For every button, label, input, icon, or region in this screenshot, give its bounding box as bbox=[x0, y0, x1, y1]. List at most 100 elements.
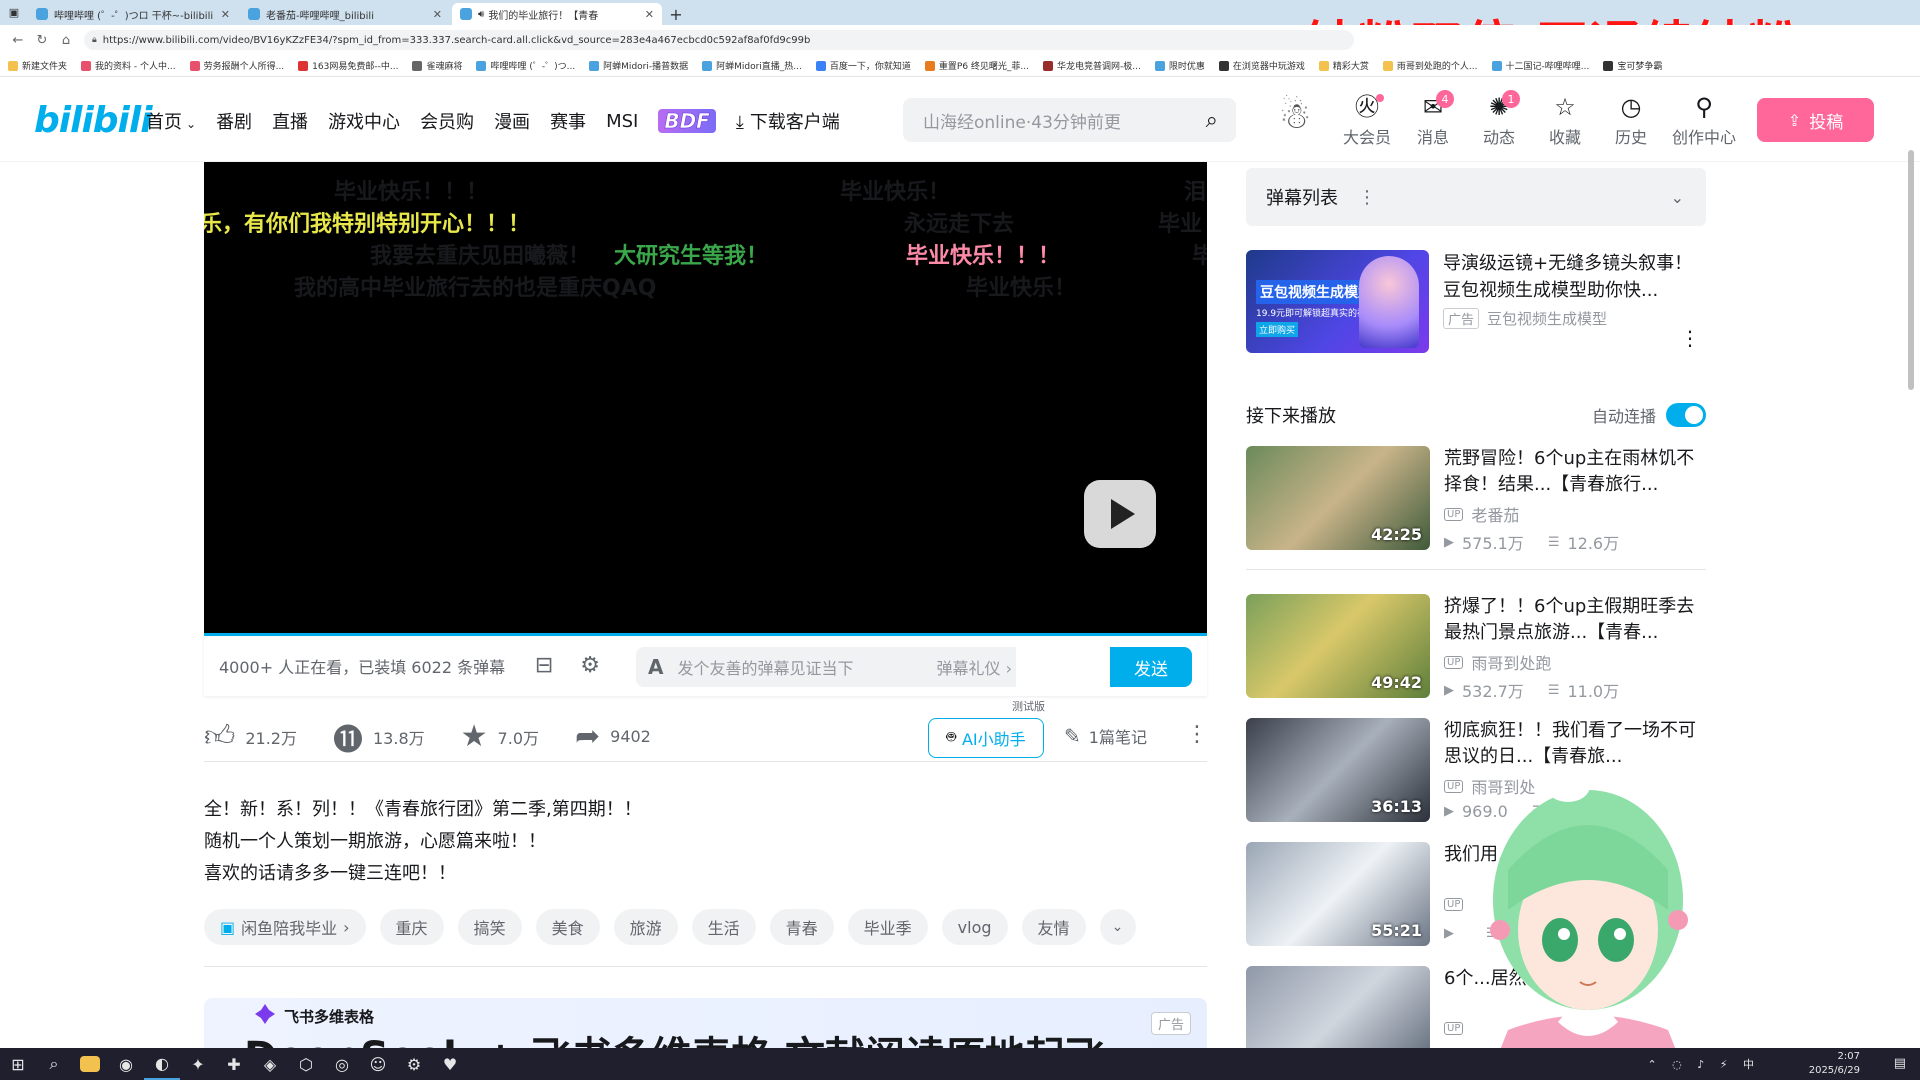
tag-chip[interactable]: 重庆 bbox=[379, 909, 444, 945]
nav-item-esports[interactable]: 赛事 bbox=[550, 108, 586, 134]
netease-music-icon[interactable]: ◎ bbox=[324, 1048, 360, 1080]
bookmark-item[interactable]: 华龙电竞普调网-极... bbox=[1043, 59, 1141, 72]
close-icon[interactable]: ✕ bbox=[433, 8, 442, 21]
bookmark-item[interactable]: 阿蝉Midori-播普数据 bbox=[589, 59, 688, 72]
bookmark-item[interactable]: 阿蝉Midori直播_热... bbox=[702, 59, 802, 72]
share-button[interactable]: ➦ 9402 bbox=[575, 719, 651, 754]
bookmark-item[interactable]: 新建文件夹 bbox=[8, 59, 67, 72]
system-tray-icons[interactable]: ⌃ ◌ ♪ ⚡ 中 bbox=[1647, 1056, 1760, 1072]
uploader[interactable]: UP 老番茄 bbox=[1444, 502, 1519, 526]
bookmark-item[interactable]: 哔哩哔哩 (゜-゜)つ... bbox=[476, 59, 575, 72]
danmaku-input[interactable]: A 发个友善的弹幕见证当下 弹幕礼仪 › bbox=[636, 647, 1016, 687]
notification-icon[interactable]: ▤ bbox=[1894, 1056, 1906, 1071]
tag-chip[interactable]: 生活 bbox=[691, 909, 756, 945]
tag-chip[interactable]: 美食 bbox=[535, 909, 600, 945]
send-danmaku-button[interactable]: 发送 bbox=[1110, 647, 1192, 687]
notes-button[interactable]: ✎ 1篇笔记 bbox=[1064, 724, 1147, 748]
edge-icon[interactable]: ◐ bbox=[144, 1048, 180, 1080]
avatar[interactable]: ☃ bbox=[1270, 92, 1320, 142]
file-explorer-icon[interactable] bbox=[72, 1048, 108, 1080]
tag-chip[interactable]: 毕业季 bbox=[847, 909, 928, 945]
favorite-button[interactable]: ★ 7.0万 bbox=[461, 719, 539, 754]
tag-chip[interactable]: 旅游 bbox=[613, 909, 678, 945]
bookmark-item[interactable]: 限时优惠 bbox=[1154, 59, 1205, 72]
play-button[interactable] bbox=[1084, 480, 1156, 548]
app-icon[interactable]: ☺ bbox=[360, 1048, 396, 1080]
search-icon[interactable]: ⌕ bbox=[36, 1048, 72, 1080]
app-icon[interactable]: ⬡ bbox=[288, 1048, 324, 1080]
nav-item-game-center[interactable]: 游戏中心 bbox=[328, 108, 400, 134]
video-thumbnail[interactable]: 42:25 bbox=[1246, 446, 1430, 550]
more-options-icon[interactable]: ⋮ bbox=[1186, 722, 1208, 747]
video-thumbnail[interactable]: 55:21 bbox=[1246, 842, 1430, 946]
nav-item-msi[interactable]: MSI bbox=[606, 111, 638, 132]
header-history[interactable]: ◷ 历史 bbox=[1598, 92, 1664, 148]
window-menu-icon[interactable]: ▣ bbox=[0, 0, 28, 25]
app-icon[interactable]: ✚ bbox=[216, 1048, 252, 1080]
more-options-icon[interactable]: ⋮ bbox=[1680, 326, 1700, 350]
tag-chip[interactable]: 搞笑 bbox=[457, 909, 522, 945]
video-title[interactable]: 荒野冒险！6个up主在雨林饥不择食！结果...【青春旅行... bbox=[1444, 446, 1704, 498]
app-icon[interactable]: ♥ bbox=[432, 1048, 468, 1080]
bookmark-item[interactable]: 精彩大赏 bbox=[1318, 59, 1369, 72]
new-tab-button[interactable]: + bbox=[664, 3, 688, 25]
close-icon[interactable]: ✕ bbox=[645, 8, 654, 21]
bookmark-item[interactable]: 宝可梦争霸 bbox=[1603, 59, 1662, 72]
ai-assistant-button[interactable]: 🤖︎ AI小助手 bbox=[928, 718, 1044, 758]
bookmark-item[interactable]: 十二国记-哔哩哔哩... bbox=[1491, 59, 1589, 72]
like-button[interactable]: 👍︎ 21.2万 bbox=[204, 719, 297, 755]
bookmark-item[interactable]: 在浏览器中玩游戏 bbox=[1218, 59, 1305, 72]
search-icon[interactable]: ⌕ bbox=[1206, 108, 1218, 133]
back-icon[interactable]: ← bbox=[6, 28, 30, 52]
autoplay-toggle[interactable] bbox=[1666, 403, 1706, 427]
sidebar-ad-card[interactable]: 豆包视频生成模型 19.9元即可解锁超真实的视觉体验 立即购买 导演级运镜+无缝… bbox=[1246, 250, 1706, 354]
bookmark-item[interactable]: 163网易免费邮--中... bbox=[298, 59, 398, 72]
scrollbar-thumb[interactable] bbox=[1908, 150, 1914, 390]
tag-chip[interactable]: 友情 bbox=[1021, 909, 1086, 945]
nav-item-manga[interactable]: 漫画 bbox=[494, 108, 530, 134]
browser-tab[interactable]: 老番茄-哔哩哔哩_bilibili ✕ bbox=[240, 3, 450, 25]
close-icon[interactable]: ✕ bbox=[221, 8, 230, 21]
app-icon[interactable]: ◈ bbox=[252, 1048, 288, 1080]
tag-chip[interactable]: vlog bbox=[941, 909, 1008, 945]
chevron-down-icon[interactable]: ⌄ bbox=[1671, 188, 1684, 207]
home-icon[interactable]: ⌂ bbox=[54, 28, 78, 52]
download-client-link[interactable]: ⤓ 下载客户端 bbox=[736, 108, 840, 134]
ad-title[interactable]: 导演级运镜+无缝多镜头叙事！豆包视频生成模型助你快... bbox=[1443, 250, 1703, 304]
danmaku-etiquette-link[interactable]: 弹幕礼仪 › bbox=[937, 655, 1013, 679]
app-icon[interactable]: ✦ bbox=[180, 1048, 216, 1080]
header-creator-center[interactable]: ⚲ 创作中心 bbox=[1664, 92, 1744, 148]
more-options-icon[interactable]: ⋮ bbox=[1358, 187, 1376, 208]
bilibili-logo[interactable]: bilibili bbox=[34, 100, 153, 141]
activity-tag[interactable]: ▣ 闲鱼陪我毕业 › bbox=[204, 909, 366, 945]
nav-item-anime[interactable]: 番剧 bbox=[216, 108, 252, 134]
bookmark-item[interactable]: 百度一下，你就知道 bbox=[815, 59, 911, 72]
scrollbar[interactable] bbox=[1906, 150, 1916, 1050]
video-thumbnail[interactable]: 49:42 bbox=[1246, 594, 1430, 698]
danmaku-settings-icon[interactable]: ⚙ bbox=[575, 651, 605, 681]
coin-button[interactable]: ⓫ 13.8万 bbox=[333, 715, 425, 759]
ad-thumbnail[interactable]: 豆包视频生成模型 19.9元即可解锁超真实的视觉体验 立即购买 bbox=[1246, 250, 1429, 353]
bookmark-item[interactable]: 劳务报酬个人所得... bbox=[189, 59, 284, 72]
steam-icon[interactable]: ⚙ bbox=[396, 1048, 432, 1080]
bookmark-item[interactable]: 我的资料 - 个人中... bbox=[81, 59, 176, 72]
reload-icon[interactable]: ↻ bbox=[30, 28, 54, 52]
browser-tab[interactable]: 哔哩哔哩 (゜-゜)つロ 干杯~-bilibili ✕ bbox=[28, 3, 238, 25]
nav-item-live[interactable]: 直播 bbox=[272, 108, 308, 134]
bookmark-item[interactable]: 雀魂麻将 bbox=[412, 59, 462, 72]
search-input[interactable]: 山海经online·43分钟前更 ⌕ bbox=[903, 98, 1236, 142]
windows-start-icon[interactable]: ⊞ bbox=[0, 1048, 36, 1080]
url-field[interactable]: 🔒︎ https://www.bilibili.com/video/BV16yK… bbox=[84, 30, 1354, 50]
ad-banner[interactable]: 飞书多维表格 DeepSeek + 飞书多维表格 文献阅读原地起飞 广告 bbox=[204, 998, 1207, 1048]
expand-tags-button[interactable]: ⌄ bbox=[1099, 909, 1136, 945]
speaker-icon[interactable]: 🔊︎ bbox=[478, 9, 484, 20]
nav-item-mall[interactable]: 会员购 bbox=[420, 108, 474, 134]
browser-icon[interactable]: ◉ bbox=[108, 1048, 144, 1080]
browser-tab-active[interactable]: 🔊︎ 我们的毕业旅行！【青春 ✕ bbox=[452, 3, 662, 25]
bookmark-item[interactable]: 雨哥到处跑的个人... bbox=[1382, 59, 1478, 72]
video-player[interactable]: 毕业快乐！！！ 毕业快乐！ 泪 乐，有你们我特别特别开心！！！ 永远走下去 毕业… bbox=[204, 162, 1207, 636]
header-dynamics[interactable]: 1 ✺ 动态 bbox=[1466, 90, 1532, 148]
bdf-logo[interactable]: BDF bbox=[658, 109, 716, 133]
danmaku-list-panel[interactable]: 弹幕列表 ⋮ ⌄ bbox=[1246, 168, 1706, 226]
video-title[interactable]: 挤爆了！！6个up主假期旺季去最热门景点旅游...【青春... bbox=[1444, 594, 1704, 646]
